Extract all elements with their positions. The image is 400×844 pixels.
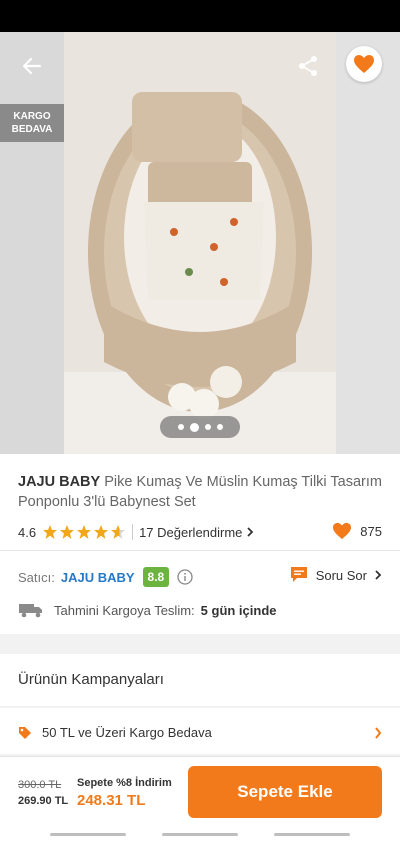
- original-price: 300.0 TL: [18, 779, 62, 791]
- divider: [0, 550, 400, 551]
- nav-home[interactable]: [162, 833, 238, 836]
- star-icon: [111, 525, 126, 539]
- discounted-price: 248.31 TL: [77, 792, 146, 809]
- heart-icon: [333, 522, 352, 540]
- product-image-carousel[interactable]: KARGO BEDAVA: [0, 32, 400, 454]
- product-photo[interactable]: [64, 32, 336, 454]
- add-to-cart-button[interactable]: Sepete Ekle: [188, 766, 382, 818]
- product-brand[interactable]: JAJU BABY: [18, 474, 100, 490]
- back-button[interactable]: [14, 48, 50, 84]
- status-bar: [0, 0, 400, 32]
- star-icon: [77, 525, 92, 539]
- heart-icon: [354, 55, 374, 73]
- truck-icon: [19, 604, 42, 618]
- rating-value: 4.6: [18, 524, 37, 540]
- nav-recent-apps[interactable]: [50, 833, 126, 836]
- star-icon: [43, 525, 58, 539]
- chevron-right-icon: [375, 570, 382, 580]
- image-side-right: [336, 32, 400, 454]
- info-icon[interactable]: [177, 569, 193, 585]
- product-title: JAJU BABY Pike Kumaş Ve Müslin Kumaş Til…: [18, 472, 382, 512]
- chat-bubble-icon: [290, 567, 307, 582]
- carousel-dot[interactable]: [204, 424, 211, 430]
- campaign-item[interactable]: 50 TL ve Üzeri Kargo Bedava: [0, 708, 400, 754]
- shipping-label: Tahmini Kargoya Teslim:: [54, 602, 195, 618]
- carousel-dot[interactable]: [177, 424, 184, 430]
- seller-name-link[interactable]: JAJU BABY: [61, 570, 135, 585]
- favorite-button[interactable]: [346, 46, 382, 82]
- shipping-estimate-row: Tahmini Kargoya Teslim: 5 gün içinde: [18, 600, 382, 620]
- likes-counter[interactable]: 875: [332, 522, 382, 540]
- rating-divider: [132, 524, 134, 540]
- likes-count: 875: [360, 523, 382, 539]
- free-shipping-badge: KARGO BEDAVA: [0, 104, 64, 142]
- campaigns-header: Ürünün Kampanyaları: [0, 654, 400, 706]
- ask-question-button[interactable]: Soru Sor: [289, 566, 382, 584]
- image-side-left: [0, 32, 64, 454]
- seller-label: Satıcı:: [18, 569, 55, 585]
- purchase-bar: 300.0 TL 269.90 TL Sepete %8 İndirim 248…: [0, 756, 400, 830]
- share-icon: [299, 56, 317, 76]
- rating-row: 4.6 17 Değerlendirme 875: [18, 522, 382, 542]
- share-button[interactable]: [290, 48, 326, 84]
- chevron-right-icon: [375, 727, 382, 739]
- carousel-dot[interactable]: [189, 422, 199, 432]
- seller-score-badge: 8.8: [142, 567, 170, 587]
- cart-discount-label: Sepete %8 İndirim: [77, 777, 172, 789]
- carousel-dot[interactable]: [216, 424, 223, 430]
- chevron-right-icon: [247, 527, 254, 537]
- product-info-card: JAJU BABY Pike Kumaş Ve Müslin Kumaş Til…: [0, 454, 400, 634]
- back-arrow-icon: [22, 57, 42, 75]
- reviews-count: 17 Değerlendirme: [139, 524, 243, 540]
- system-nav-bar: [0, 830, 400, 844]
- campaign-item-label: 50 TL ve Üzeri Kargo Bedava: [42, 725, 212, 740]
- campaigns-title: Ürünün Kampanyaları: [18, 671, 164, 688]
- star-icon: [60, 525, 75, 539]
- reviews-link[interactable]: 17 Değerlendirme: [139, 525, 254, 540]
- nav-back[interactable]: [274, 833, 350, 836]
- babynest-illustration: [64, 32, 336, 454]
- carousel-indicator: [160, 416, 240, 438]
- free-shipping-badge-text: KARGO BEDAVA: [11, 111, 53, 135]
- current-price: 269.90 TL: [18, 795, 69, 807]
- rating-stars: [42, 524, 126, 540]
- tag-icon: [19, 727, 31, 739]
- ask-question-label: Soru Sor: [315, 567, 367, 583]
- shipping-value: 5 gün içinde: [200, 602, 277, 618]
- seller-row: Satıcı: JAJU BABY 8.8 Soru Sor: [18, 566, 382, 588]
- star-icon: [94, 525, 109, 539]
